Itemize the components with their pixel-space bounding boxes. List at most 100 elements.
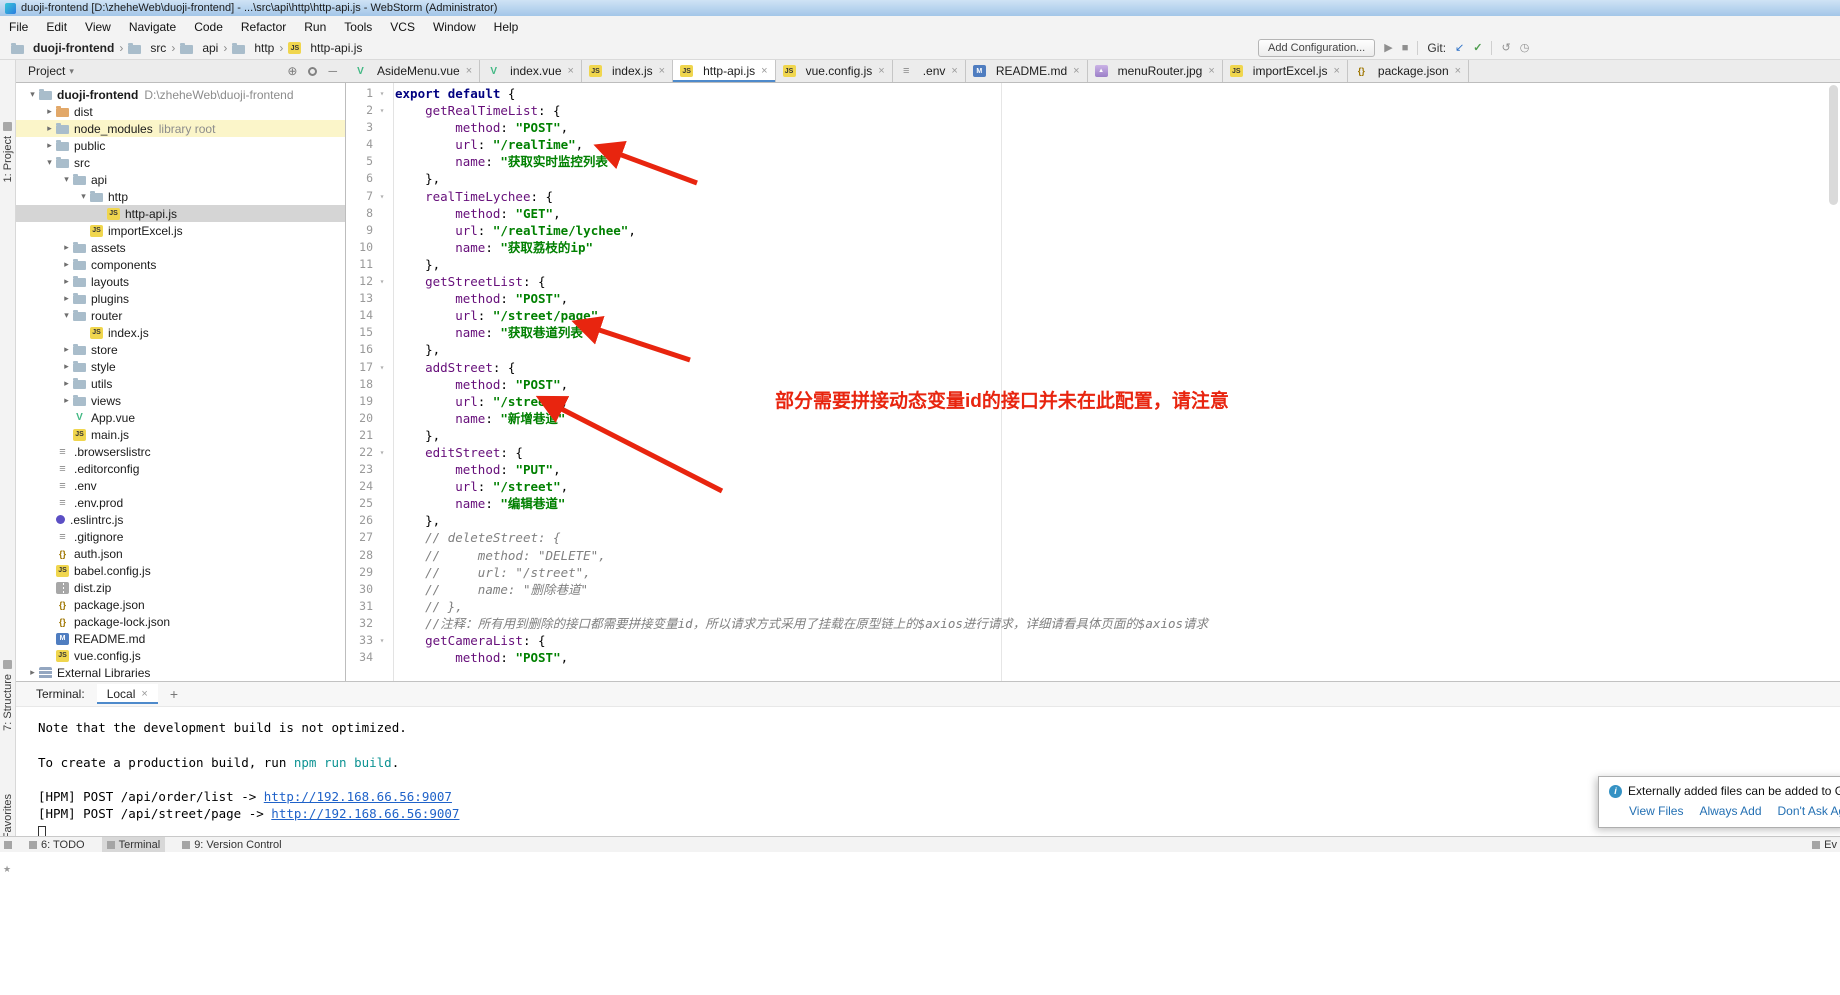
tree-item-utils[interactable]: ▸utils xyxy=(16,375,345,392)
code-line[interactable]: 9 url: "/realTime/lychee", xyxy=(347,222,1840,239)
tree-item-.env.prod[interactable]: ≡.env.prod xyxy=(16,494,345,511)
menu-item-window[interactable]: Window xyxy=(424,16,485,37)
editor-scrollbar[interactable] xyxy=(1828,83,1839,681)
expand-icon[interactable]: ▸ xyxy=(60,344,73,355)
menu-item-vcs[interactable]: VCS xyxy=(381,16,424,37)
tree-item-components[interactable]: ▸components xyxy=(16,256,345,273)
tree-item-layouts[interactable]: ▸layouts xyxy=(16,273,345,290)
code-line[interactable]: 32 //注释：所有用到删除的接口都需要拼接变量id，所以请求方式采用了挂载在原… xyxy=(347,615,1840,632)
editor-tab-package.json[interactable]: {}package.json× xyxy=(1348,60,1469,82)
tab-close-icon[interactable]: × xyxy=(878,65,884,77)
editor-tab-vue.config.js[interactable]: JSvue.config.js× xyxy=(776,60,893,82)
status-bar-item-terminal[interactable]: Terminal xyxy=(102,837,166,852)
terminal-output[interactable]: Note that the development build is not o… xyxy=(16,707,1840,840)
menu-item-navigate[interactable]: Navigate xyxy=(120,16,185,37)
expand-icon[interactable]: ▸ xyxy=(60,395,73,406)
tree-item-views[interactable]: ▸views xyxy=(16,392,345,409)
code-line[interactable]: 15 name: "获取巷道列表" xyxy=(347,324,1840,341)
breadcrumb-item[interactable]: duoji-frontend xyxy=(8,41,117,55)
editor-tab-README.md[interactable]: MREADME.md× xyxy=(966,60,1088,82)
notification-action[interactable]: View Files xyxy=(1629,804,1683,818)
tree-item-http-api.js[interactable]: JShttp-api.js xyxy=(16,205,345,222)
code-line[interactable]: 4 url: "/realTime", xyxy=(347,136,1840,153)
fold-icon[interactable]: ▾ xyxy=(377,632,387,649)
tree-item-style[interactable]: ▸style xyxy=(16,358,345,375)
code-line[interactable]: 11 }, xyxy=(347,256,1840,273)
tree-item-package.json[interactable]: {}package.json xyxy=(16,596,345,613)
git-update-icon[interactable]: ↙ xyxy=(1455,37,1464,59)
code-line[interactable]: 16 }, xyxy=(347,341,1840,358)
code-line[interactable]: 33▾ getCameraList: { xyxy=(347,632,1840,649)
code-line[interactable]: 22▾ editStreet: { xyxy=(347,444,1840,461)
tree-item-App.vue[interactable]: VApp.vue xyxy=(16,409,345,426)
tree-item-index.js[interactable]: JSindex.js xyxy=(16,324,345,341)
tool-button-project[interactable]: 1: Project xyxy=(2,136,14,182)
code-line[interactable]: 14 url: "/street/page", xyxy=(347,307,1840,324)
tab-close-icon[interactable]: × xyxy=(761,65,767,77)
add-configuration-button[interactable]: Add Configuration... xyxy=(1258,39,1375,57)
status-bar-item-9-version-control[interactable]: 9: Version Control xyxy=(177,837,286,852)
tree-item-package-lock.json[interactable]: {}package-lock.json xyxy=(16,613,345,630)
git-commit-icon[interactable]: ✓ xyxy=(1473,37,1482,59)
tree-item-src[interactable]: ▾src xyxy=(16,154,345,171)
expand-icon[interactable]: ▸ xyxy=(43,106,56,117)
star-icon[interactable]: ★ xyxy=(3,864,11,875)
expand-icon[interactable]: ▸ xyxy=(60,276,73,287)
tree-item-README.md[interactable]: MREADME.md xyxy=(16,630,345,647)
code-line[interactable]: 25 name: "编辑巷道" xyxy=(347,495,1840,512)
code-line[interactable]: 1▾export default { xyxy=(347,85,1840,102)
tab-close-icon[interactable]: × xyxy=(466,65,472,77)
tree-item-public[interactable]: ▸public xyxy=(16,137,345,154)
code-line[interactable]: 7▾ realTimeLychee: { xyxy=(347,188,1840,205)
code-line[interactable]: 26 }, xyxy=(347,512,1840,529)
terminal-tab-local[interactable]: Local × xyxy=(97,684,158,704)
tree-item-duoji-frontend[interactable]: ▾duoji-frontendD:\zheheWeb\duoji-fronten… xyxy=(16,86,345,103)
code-line[interactable]: 3 method: "POST", xyxy=(347,119,1840,136)
code-line[interactable]: 28 // method: "DELETE", xyxy=(347,547,1840,564)
menu-item-edit[interactable]: Edit xyxy=(37,16,76,37)
expand-icon[interactable]: ▸ xyxy=(26,667,39,678)
expand-icon[interactable]: ▸ xyxy=(60,259,73,270)
tree-item-main.js[interactable]: JSmain.js xyxy=(16,426,345,443)
fold-icon[interactable]: ▾ xyxy=(377,102,387,119)
code-line[interactable]: 12▾ getStreetList: { xyxy=(347,273,1840,290)
code-line[interactable]: 21 }, xyxy=(347,427,1840,444)
tab-close-icon[interactable]: × xyxy=(568,65,574,77)
stop-icon[interactable]: ■ xyxy=(1402,37,1409,59)
breadcrumb-item[interactable]: JShttp-api.js xyxy=(285,41,365,55)
code-line[interactable]: 34 method: "POST", xyxy=(347,649,1840,666)
tab-close-icon[interactable]: × xyxy=(1208,65,1214,77)
project-header-label[interactable]: Project xyxy=(28,64,65,78)
tab-close-icon[interactable]: × xyxy=(659,65,665,77)
notification-action[interactable]: Don't Ask Agai xyxy=(1778,804,1840,818)
terminal-link[interactable]: http://192.168.66.56:9007 xyxy=(264,789,452,804)
code-line[interactable]: 2▾ getRealTimeList: { xyxy=(347,102,1840,119)
editor-tab-menuRouter.jpg[interactable]: ▲menuRouter.jpg× xyxy=(1088,60,1223,82)
menu-item-tools[interactable]: Tools xyxy=(335,16,381,37)
expand-icon[interactable]: ▸ xyxy=(60,378,73,389)
menu-item-view[interactable]: View xyxy=(76,16,120,37)
editor-tab-importExcel.js[interactable]: JSimportExcel.js× xyxy=(1223,60,1348,82)
tree-item-assets[interactable]: ▸assets xyxy=(16,239,345,256)
menu-item-code[interactable]: Code xyxy=(185,16,232,37)
tree-item-api[interactable]: ▾api xyxy=(16,171,345,188)
collapse-icon[interactable]: ▾ xyxy=(77,191,90,202)
collapse-icon[interactable]: ▾ xyxy=(43,157,56,168)
menu-item-file[interactable]: File xyxy=(0,16,37,37)
code-line[interactable]: 5 name: "获取实时监控列表" xyxy=(347,153,1840,170)
collapse-icon[interactable]: ▾ xyxy=(60,310,73,321)
tree-item-http[interactable]: ▾http xyxy=(16,188,345,205)
terminal-link[interactable]: http://192.168.66.56:9007 xyxy=(271,806,459,821)
fold-icon[interactable]: ▾ xyxy=(377,273,387,290)
close-icon[interactable]: × xyxy=(141,688,147,700)
code-line[interactable]: 6 }, xyxy=(347,170,1840,187)
code-line[interactable]: 29 // url: "/street", xyxy=(347,564,1840,581)
tab-close-icon[interactable]: × xyxy=(951,65,957,77)
tree-item-External Libraries[interactable]: ▸External Libraries xyxy=(16,664,345,681)
code-line[interactable]: 24 url: "/street", xyxy=(347,478,1840,495)
code-line[interactable]: 13 method: "POST", xyxy=(347,290,1840,307)
code-line[interactable]: 23 method: "PUT", xyxy=(347,461,1840,478)
tree-item-.browserslistrc[interactable]: ≡.browserslistrc xyxy=(16,443,345,460)
breadcrumb-item[interactable]: src xyxy=(125,41,169,55)
editor-tab-http-api.js[interactable]: JShttp-api.js× xyxy=(673,60,775,82)
